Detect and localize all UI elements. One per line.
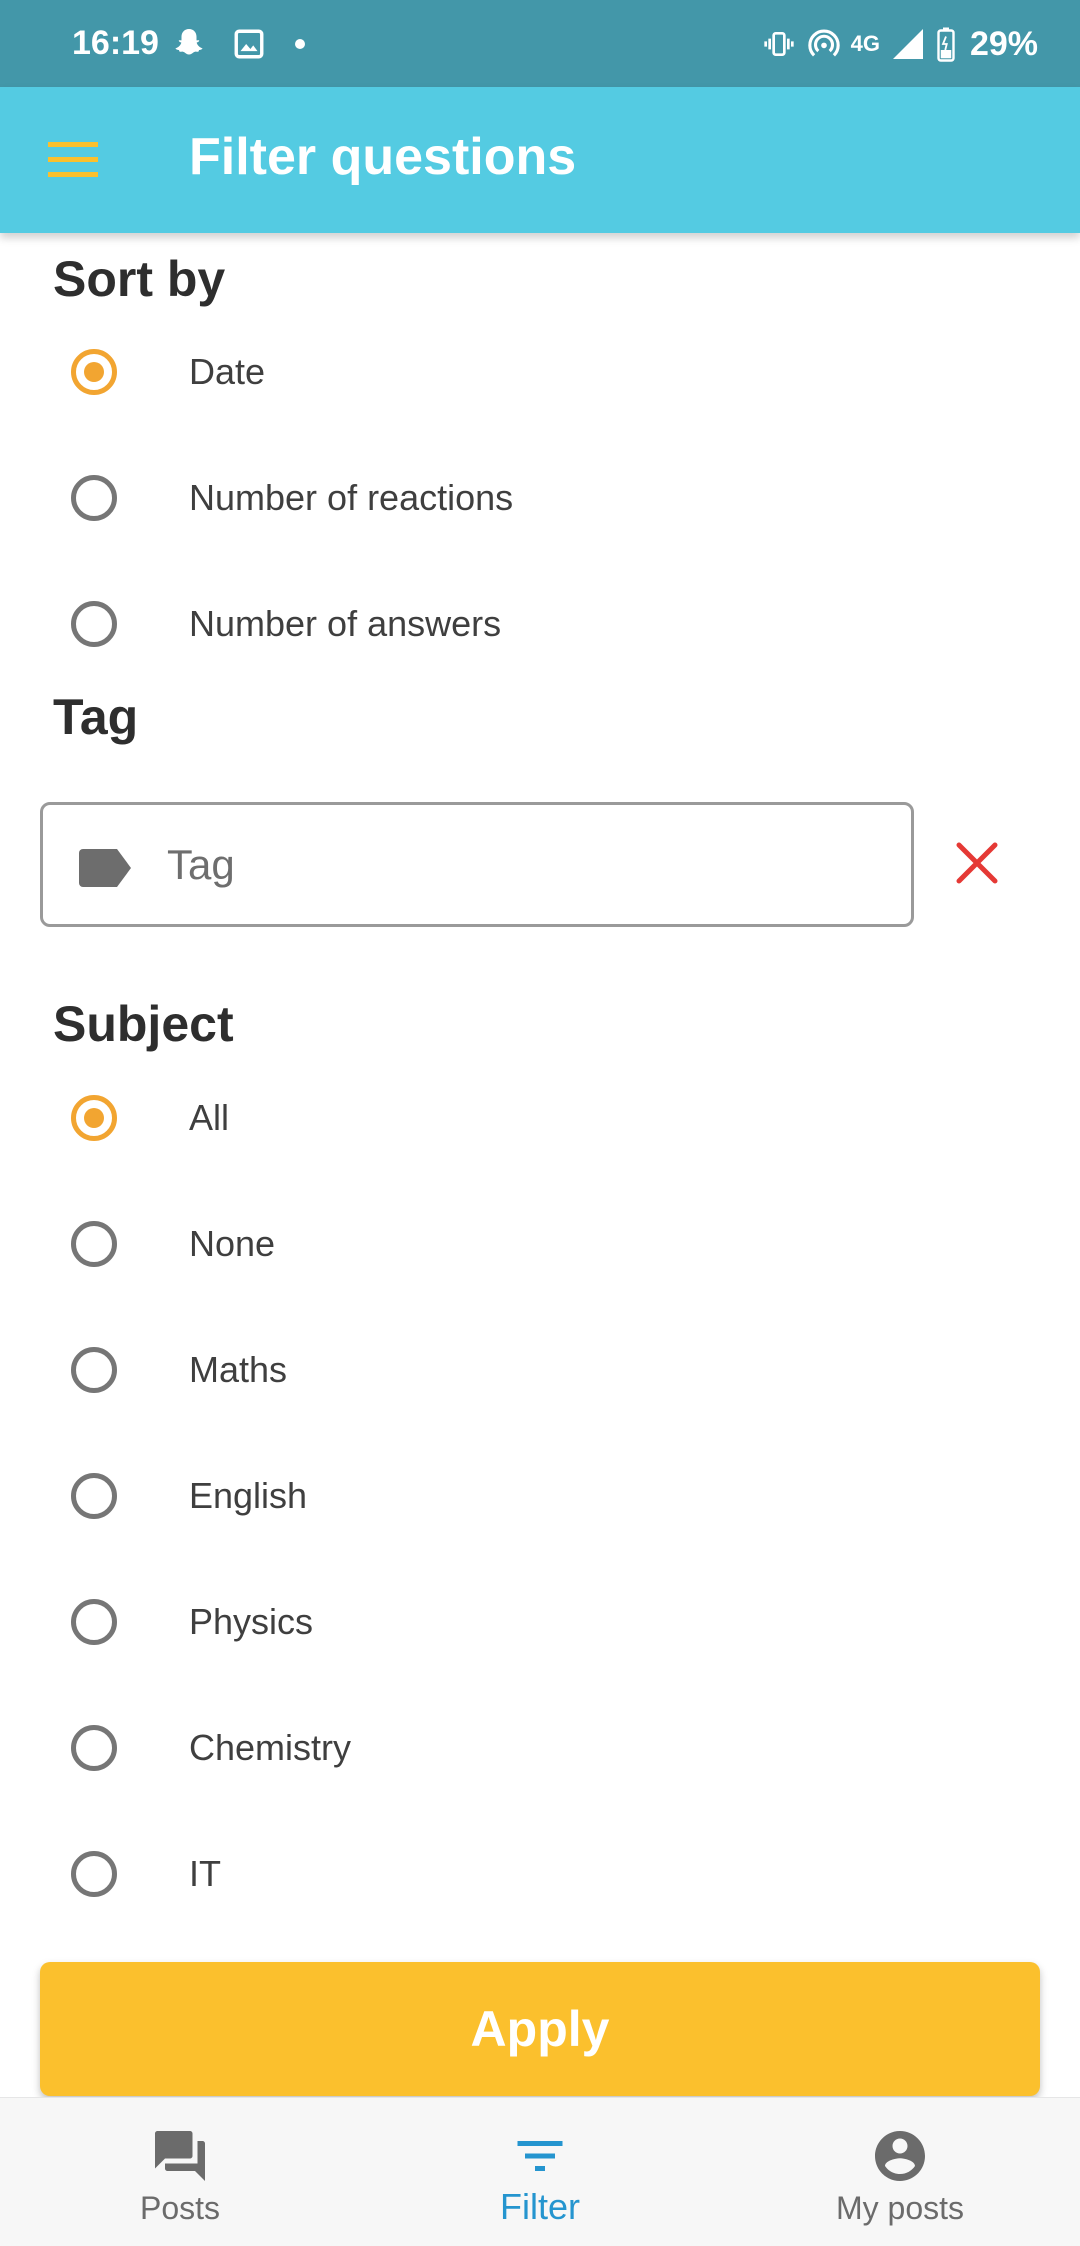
snapchat-icon: [175, 29, 203, 55]
subject-option-it[interactable]: IT: [0, 1814, 1080, 1934]
radio-label: Date: [189, 351, 266, 392]
clear-icon[interactable]: [954, 840, 1000, 886]
status-bar: 16:19 4G 29%: [0, 0, 1080, 87]
radio-button[interactable]: [71, 601, 117, 647]
subject-option-physics[interactable]: Physics: [0, 1562, 1080, 1682]
hotspot-icon: [807, 29, 840, 57]
page-title: Filter questions: [189, 128, 577, 186]
status-time: 16:19: [72, 24, 159, 62]
radio-button[interactable]: [71, 1851, 117, 1897]
nav-label: My posts: [835, 2190, 965, 2226]
radio-button[interactable]: [71, 349, 117, 395]
tag-heading: Tag: [53, 689, 139, 745]
radio-label: Physics: [189, 1601, 314, 1642]
subject-option-all[interactable]: All: [0, 1058, 1080, 1178]
subject-heading: Subject: [53, 996, 234, 1052]
radio-button[interactable]: [71, 1095, 117, 1141]
radio-label: All: [189, 1097, 230, 1138]
battery-icon: [937, 27, 955, 62]
network-type: 4G: [850, 31, 880, 56]
nav-label: Filter: [500, 2186, 580, 2227]
radio-button[interactable]: [71, 1347, 117, 1393]
image-icon: [234, 29, 264, 59]
nav-label: Posts: [139, 2190, 221, 2226]
nav-item-posts[interactable]: Posts: [0, 2098, 360, 2246]
app-bar: Filter questions: [0, 87, 1080, 233]
radio-label: Chemistry: [189, 1727, 352, 1768]
subject-option-none[interactable]: None: [0, 1184, 1080, 1304]
sort-option-date[interactable]: Date: [0, 312, 1080, 432]
radio-label: English: [189, 1475, 308, 1516]
status-notification-icons: [170, 26, 306, 62]
radio-button[interactable]: [71, 475, 117, 521]
radio-label: Number of answers: [189, 603, 502, 644]
radio-button[interactable]: [71, 1221, 117, 1267]
label-tag-icon: [79, 849, 131, 887]
vibrate-icon: [763, 32, 794, 56]
menu-icon[interactable]: [48, 142, 98, 178]
battery-percent: 29%: [969, 24, 1038, 63]
account-circle-icon: [875, 2131, 925, 2181]
radio-label: Maths: [189, 1349, 288, 1390]
bottom-nav: Posts Filter My posts: [0, 2097, 1080, 2246]
status-system-icons: 4G 29%: [761, 24, 1038, 64]
radio-button[interactable]: [71, 1725, 117, 1771]
radio-button[interactable]: [71, 1473, 117, 1519]
tag-field[interactable]: [40, 802, 914, 927]
subject-option-chemistry[interactable]: Chemistry: [0, 1688, 1080, 1808]
radio-label: Number of reactions: [189, 477, 514, 518]
filter-icon: [517, 2141, 563, 2171]
radio-button[interactable]: [71, 1599, 117, 1645]
nav-item-my-posts[interactable]: My posts: [720, 2098, 1080, 2246]
radio-label: IT: [189, 1853, 221, 1894]
subject-option-english[interactable]: English: [0, 1436, 1080, 1556]
radio-label: None: [189, 1223, 276, 1264]
subject-option-maths[interactable]: Maths: [0, 1310, 1080, 1430]
chat-bubbles-icon: [155, 2131, 205, 2181]
tag-input[interactable]: [167, 825, 867, 905]
sort-option-reactions[interactable]: Number of reactions: [0, 438, 1080, 558]
nav-item-filter[interactable]: Filter: [360, 2098, 720, 2246]
dot-icon: [295, 39, 305, 49]
sort-option-answers[interactable]: Number of answers: [0, 564, 1080, 684]
signal-icon: [892, 29, 923, 59]
apply-button[interactable]: Apply: [40, 1962, 1040, 2096]
sort-by-heading: Sort by: [53, 251, 226, 307]
